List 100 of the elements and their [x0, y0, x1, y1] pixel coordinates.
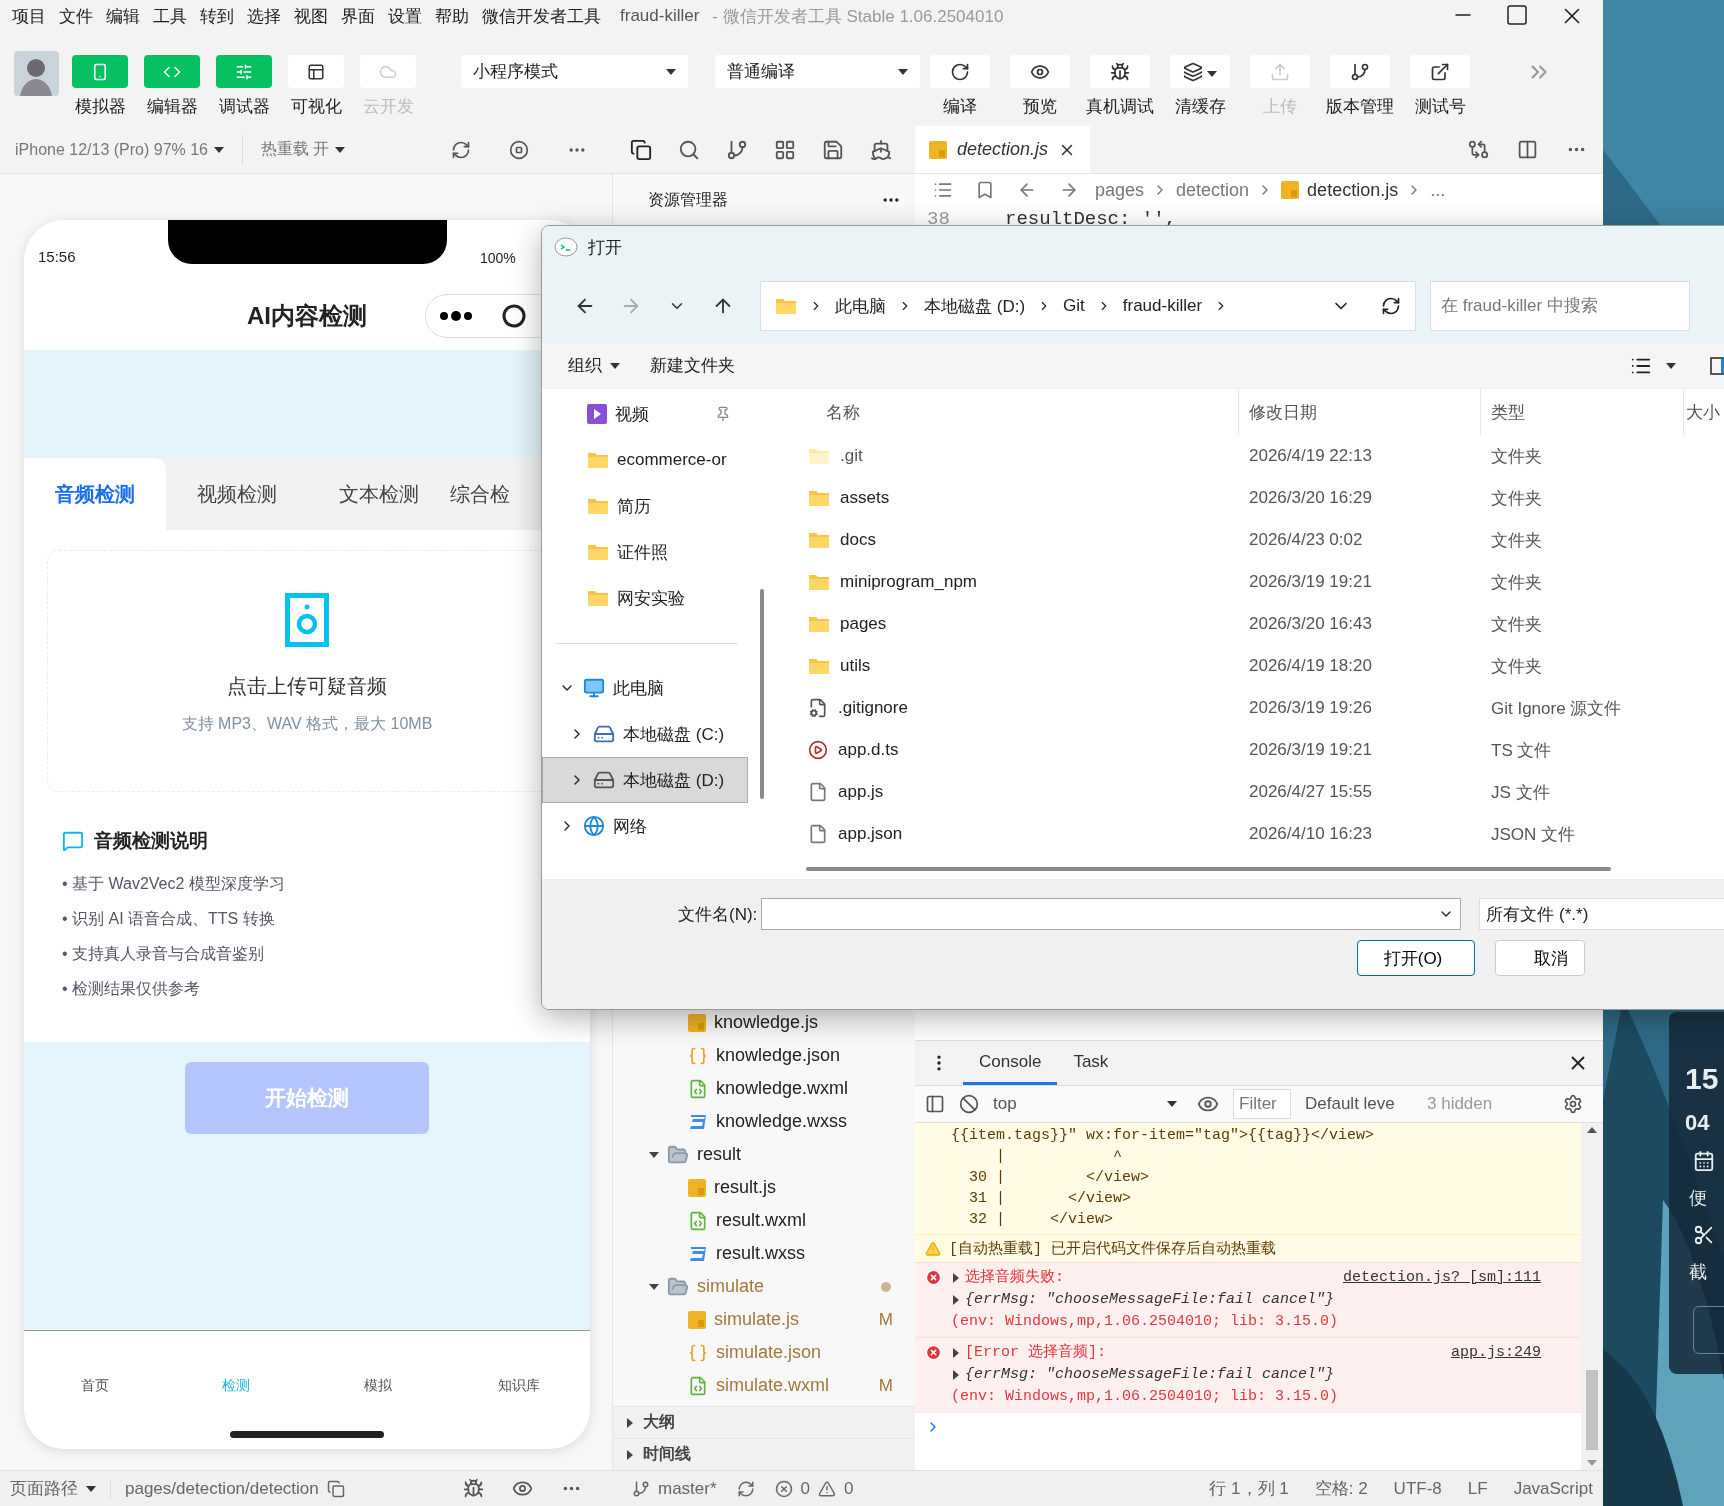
toolbar-button[interactable]: 测试号: [1404, 55, 1476, 118]
nav-item[interactable]: 网络: [542, 803, 748, 849]
status-item[interactable]: 空格: 2: [1314, 1477, 1368, 1500]
detection-tab[interactable]: 音频检测: [24, 458, 166, 530]
file-tree-item[interactable]: knowledge.js: [613, 1006, 915, 1039]
nav-item[interactable]: 简历: [542, 483, 748, 529]
filter-field[interactable]: Filter: [1233, 1089, 1291, 1119]
file-row[interactable]: app.js 2026/4/27 15:55 JS 文件: [776, 771, 1724, 813]
breadcrumb-item[interactable]: ...: [1430, 179, 1446, 201]
nav-item[interactable]: 视频: [542, 391, 748, 437]
file-row[interactable]: app.json 2026/4/10 16:23 JSON 文件: [776, 813, 1724, 855]
menu-item[interactable]: 选择: [247, 4, 281, 28]
file-tree-item[interactable]: simulate.js M: [613, 1303, 915, 1336]
menu-item[interactable]: 项目: [12, 4, 46, 28]
status-item[interactable]: 行 1，列 1: [1209, 1477, 1289, 1500]
menu-item[interactable]: 帮助: [435, 4, 469, 28]
column-header[interactable]: 大小: [1684, 389, 1724, 435]
path-segment[interactable]: 此电脑: [835, 294, 886, 318]
expand-icon[interactable]: [951, 1370, 961, 1380]
hot-reload-toggle[interactable]: 热重载 开: [261, 139, 330, 160]
file-tree-item[interactable]: simulate: [613, 1270, 915, 1303]
view-toggle-button[interactable]: 调试器: [211, 55, 277, 118]
toolbar-button[interactable]: 版本管理: [1324, 55, 1396, 118]
scrollbar-thumb[interactable]: [806, 867, 1611, 871]
grid-icon[interactable]: [774, 138, 796, 161]
menu-item[interactable]: 视图: [294, 4, 328, 28]
expand-icon[interactable]: [951, 1273, 961, 1283]
view-toggle-button[interactable]: 可视化: [283, 55, 349, 118]
file-row[interactable]: .git 2026/4/19 22:13 文件夹: [776, 435, 1724, 477]
breadcrumb-item[interactable]: pages: [1095, 179, 1145, 201]
stop-icon[interactable]: [509, 139, 530, 160]
file-tree-item[interactable]: result.wxml: [613, 1204, 915, 1237]
ship-icon[interactable]: [870, 138, 892, 161]
breadcrumb-item[interactable]: detection.js: [1307, 179, 1399, 201]
status-item[interactable]: JavaScript: [1513, 1478, 1593, 1499]
path-segment[interactable]: 本地磁盘 (D:): [924, 294, 1026, 318]
file-tree-item[interactable]: simulate.json: [613, 1336, 915, 1369]
search-field[interactable]: 在 fraud-killer 中搜索: [1430, 281, 1690, 331]
git-branch[interactable]: master*: [658, 1478, 717, 1499]
file-tree-item[interactable]: result.wxss: [613, 1237, 915, 1270]
device-dropdown[interactable]: iPhone 12/13 (Pro) 97% 16: [15, 140, 208, 159]
menu-item[interactable]: 界面: [341, 4, 375, 28]
tab-bar-item[interactable]: 模拟: [307, 1377, 449, 1395]
status-item[interactable]: UTF-8: [1393, 1478, 1442, 1499]
organize-menu[interactable]: 组织: [560, 350, 628, 381]
nav-item[interactable]: ecommerce-or: [542, 437, 748, 483]
bookmark-icon[interactable]: [975, 180, 995, 200]
sync-icon[interactable]: [736, 1479, 755, 1498]
file-tree-item[interactable]: simulate.wxml M: [613, 1369, 915, 1402]
levels-dropdown[interactable]: Default leve: [1305, 1094, 1405, 1114]
outline-section[interactable]: 时间线: [613, 1438, 915, 1470]
save-icon[interactable]: [822, 138, 844, 161]
menu-item[interactable]: 设置: [388, 4, 422, 28]
file-row[interactable]: .gitignore 2026/3/19 19:26 Git Ignore 源文件: [776, 687, 1724, 729]
list-icon[interactable]: [933, 180, 953, 200]
branch-icon[interactable]: [726, 138, 748, 161]
refresh-icon[interactable]: [1381, 296, 1401, 316]
address-bar[interactable]: 此电脑 本地磁盘 (D:) Git fraud-killer: [760, 281, 1416, 331]
file-tree-item[interactable]: knowledge.wxss: [613, 1105, 915, 1138]
copy-icon[interactable]: [326, 1479, 345, 1498]
filename-field[interactable]: [761, 898, 1462, 930]
context-dropdown[interactable]: top: [993, 1094, 1183, 1114]
page-path-dropdown[interactable]: 页面路径: [10, 1477, 78, 1500]
open-button[interactable]: 打开(O): [1357, 940, 1475, 976]
cancel-button[interactable]: 取消: [1495, 940, 1585, 976]
column-header[interactable]: 名称: [776, 389, 1239, 435]
file-row[interactable]: utils 2026/4/19 18:20 文件夹: [776, 645, 1724, 687]
status-item[interactable]: LF: [1467, 1478, 1488, 1499]
mode-dropdown[interactable]: 小程序模式: [461, 55, 688, 88]
path-segment[interactable]: Git: [1063, 296, 1085, 316]
file-row[interactable]: assets 2026/3/20 16:29 文件夹: [776, 477, 1724, 519]
scrollbar-thumb[interactable]: [1586, 1370, 1598, 1450]
path-segment[interactable]: fraud-killer: [1122, 296, 1203, 316]
file-row[interactable]: pages 2026/3/20 16:43 文件夹: [776, 603, 1724, 645]
toolbar-button[interactable]: 真机调试: [1084, 55, 1156, 118]
detection-tab[interactable]: 视频检测: [166, 458, 308, 530]
nav-item[interactable]: 本地磁盘 (D:): [542, 757, 748, 803]
expand-icon[interactable]: [951, 1295, 961, 1305]
file-tree-item[interactable]: knowledge.json: [613, 1039, 915, 1072]
detection-tab[interactable]: 综合检: [450, 458, 520, 530]
expand-icon[interactable]: [951, 1348, 961, 1358]
file-tree-item[interactable]: knowledge.wxml: [613, 1072, 915, 1105]
widget-button[interactable]: [1693, 1306, 1724, 1354]
menu-item[interactable]: 编辑: [106, 4, 140, 28]
menu-item[interactable]: 微信开发者工具: [482, 4, 601, 28]
compare-icon[interactable]: [1468, 139, 1489, 160]
settings-icon[interactable]: [1563, 1094, 1583, 1114]
source-link[interactable]: app.js:249: [1451, 1342, 1581, 1364]
detection-tab[interactable]: 文本检测: [308, 458, 450, 530]
file-row[interactable]: app.d.ts 2026/3/19 19:21 TS 文件: [776, 729, 1724, 771]
new-folder-button[interactable]: 新建文件夹: [642, 350, 743, 381]
toolbar-button[interactable]: 预览: [1004, 55, 1076, 118]
menu-item[interactable]: 转到: [200, 4, 234, 28]
file-type-dropdown[interactable]: 所有文件 (*.*): [1479, 898, 1724, 930]
toolbar-button[interactable]: 编译: [924, 55, 996, 118]
scrollbar-thumb[interactable]: [760, 589, 764, 799]
toolbar-button[interactable]: 清缓存: [1164, 55, 1236, 118]
preview-pane-icon[interactable]: [1710, 356, 1724, 375]
scroll-up-icon[interactable]: [1587, 1127, 1597, 1133]
editor-tab[interactable]: detection.js: [915, 126, 1091, 173]
